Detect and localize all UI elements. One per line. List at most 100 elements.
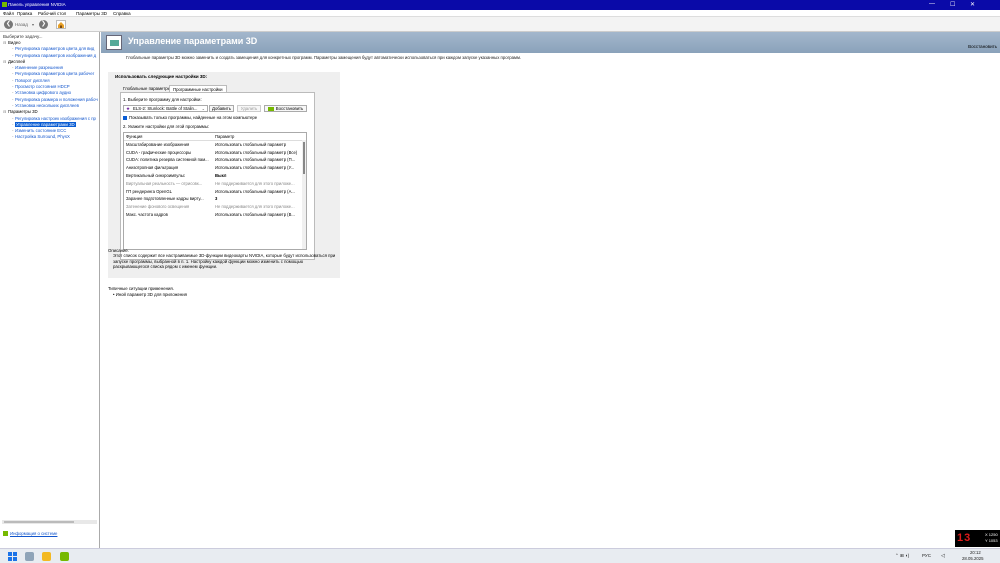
grid-header-value: Параметр: [215, 134, 235, 139]
tree-label: Управление параметрами 3D: [15, 121, 76, 127]
tree-label: Регулировка настроек изображения с пр: [15, 115, 96, 121]
grid-row[interactable]: Затенение фонового освещения Не поддержив…: [124, 203, 306, 211]
grid-row-value[interactable]: Использовать глобальный параметр (Все): [215, 149, 303, 157]
program-settings-body: 1. Выберите программу для настройки: ★ E…: [120, 92, 315, 260]
grid-row-feature: Заранее подготовленные кадры вирту...: [126, 196, 204, 202]
restore-defaults-link[interactable]: Восстановить: [968, 44, 997, 49]
step1-label: 1. Выберите программу для настройки:: [123, 97, 202, 102]
system-info-label: Информация о системе: [10, 531, 58, 536]
grid-row-value[interactable]: Использовать глобальный параметр (А...: [215, 188, 303, 196]
nvidia-taskbar-icon[interactable]: [60, 552, 69, 561]
tray-icons[interactable]: ⌃ ⊞ ◖): [895, 553, 909, 559]
grid-row-feature: Масштабирование изображения: [126, 141, 190, 147]
tree-label: Установка цифрового аудио: [15, 90, 72, 96]
restore-program-label: Восстановить: [275, 106, 304, 111]
show-found-programs-checkbox[interactable]: [123, 116, 127, 120]
grid-row[interactable]: Макс. частота кадров Использовать глобаль…: [124, 211, 306, 219]
back-arrow-icon[interactable]: ❮: [4, 20, 13, 29]
tree-label: Изменение разрешения: [15, 65, 63, 71]
grid-row-value[interactable]: Не поддерживается для этого приложе...: [215, 203, 303, 211]
tree-label: Регулировка размера и положения рабоч: [15, 96, 98, 102]
file-explorer-icon[interactable]: [42, 552, 51, 561]
language-indicator[interactable]: РУС: [922, 553, 931, 558]
grid-row-feature: Анизотропная фильтрация: [126, 165, 179, 171]
page-title: Управление параметрами 3D: [128, 36, 258, 46]
grid-row[interactable]: Вертикальный синхроимпульс Выкл: [124, 172, 306, 180]
grid-row[interactable]: Масштабирование изображения Использовать …: [124, 141, 306, 149]
chevron-down-icon: ⌄: [201, 106, 205, 111]
tree-label: Видео: [8, 40, 21, 45]
scrollbar-thumb[interactable]: [303, 142, 305, 174]
forward-arrow-icon[interactable]: ❯: [39, 20, 48, 29]
tree-label: Настройка Surround, PhysX: [15, 134, 70, 140]
step2-label: 2. Укажите настройки для этой программы:: [123, 124, 210, 129]
grid-row[interactable]: Заранее подготовленные кадры вирту... 3: [124, 195, 306, 203]
tab-global-settings[interactable]: Глобальные параметры: [120, 85, 174, 92]
tree-label: Параметры 3D: [8, 109, 38, 115]
grid-row[interactable]: Анизотропная фильтрация Использовать глоб…: [124, 164, 306, 172]
grid-row-feature: Виртуальная реальность — отрисовк...: [126, 180, 203, 186]
3d-settings-icon: [106, 35, 122, 50]
use-settings-heading: Использовать следующие настройки 3D:: [115, 74, 208, 79]
grid-row-value[interactable]: Не поддерживается для этого приложе...: [215, 180, 303, 188]
program-star-icon: ★: [126, 106, 131, 111]
volume-icon[interactable]: ◁: [941, 553, 945, 559]
description-section: Описание. Этот список содержит все настр…: [108, 248, 348, 269]
back-label[interactable]: Назад: [15, 22, 28, 27]
menu-edit[interactable]: Правка: [17, 11, 32, 16]
grid-row-value[interactable]: Использовать глобальный параметр (П...: [215, 156, 303, 164]
system-info-icon: [3, 531, 8, 537]
maximize-button[interactable]: ☐: [950, 1, 955, 8]
scrollbar-thumb[interactable]: [4, 521, 74, 523]
add-program-button[interactable]: Добавить: [209, 105, 234, 112]
tree-label: Просмотр состояния HDCP: [15, 84, 70, 90]
home-icon[interactable]: [56, 20, 66, 29]
checkbox-label: Показывать только программы, найденные н…: [129, 115, 258, 120]
grid-row-value[interactable]: Использовать глобальный параметр (У...: [215, 164, 303, 172]
clock-time[interactable]: 20:12: [970, 550, 981, 555]
tree-label: Дисплей: [8, 58, 26, 64]
sidebar-horizontal-scrollbar[interactable]: [2, 520, 97, 524]
nvidia-logo-icon: [2, 2, 7, 7]
system-info-link[interactable]: Информация о системе: [3, 531, 57, 539]
clock-date[interactable]: 28.05.2025: [962, 556, 984, 561]
menu-desktop[interactable]: Рабочий стол: [38, 11, 66, 16]
grid-row-value[interactable]: Использовать глобальный параметр (В...: [215, 211, 303, 219]
task-header: Выберите задачу...: [3, 33, 43, 39]
grid-row-value[interactable]: 3: [215, 195, 303, 203]
back-dropdown-icon[interactable]: ▾: [32, 22, 34, 27]
menu-help[interactable]: Справка: [113, 11, 131, 16]
tree-label: Регулировка параметров изображения д: [15, 52, 97, 58]
description-line: раскрывающегося списка рядом с именем фу…: [113, 263, 218, 269]
grid-vertical-scrollbar[interactable]: [302, 140, 306, 249]
tree-label: Регулировка параметров цвета рабочег: [15, 71, 95, 77]
close-button[interactable]: ✕: [970, 1, 975, 8]
tab-program-settings[interactable]: Программные настройки: [169, 85, 227, 92]
grid-row-value[interactable]: Выкл: [215, 172, 303, 180]
title-bar: Панель управления NVIDIA — ☐ ✕: [0, 0, 1000, 10]
grid-row-feature: Затенение фонового освещения: [126, 204, 190, 210]
grid-row-value[interactable]: Использовать глобальный параметр: [215, 141, 303, 149]
grid-header-row: Функция Параметр: [124, 133, 306, 141]
grid-row[interactable]: Виртуальная реальность — отрисовк... Не п…: [124, 180, 306, 188]
grid-row[interactable]: CUDA: политика резерва системной пам... И…: [124, 156, 306, 164]
tree-item-surround-physx[interactable]: Настройка Surround, PhysX: [0, 134, 99, 140]
grid-row-feature: Макс. частота кадров: [126, 211, 168, 217]
overlay-x-readout: X 1250: [985, 532, 998, 537]
windows-start-icon[interactable]: [8, 552, 17, 561]
toolbar: ❮ Назад ▾ ❯: [0, 17, 1000, 32]
menu-file[interactable]: Файл: [3, 11, 14, 16]
grid-row[interactable]: ГП рендеринга OpenGL Использовать глобаль…: [124, 188, 306, 196]
task-view-icon[interactable]: [25, 552, 34, 561]
program-select-value: ELS-2: Stunlock: Battle of Stalin...: [133, 106, 198, 111]
menu-3d-settings[interactable]: Параметры 3D: [76, 11, 107, 16]
grid-row-feature: ГП рендеринга OpenGL: [126, 188, 172, 194]
program-select[interactable]: ★ ELS-2: Stunlock: Battle of Stalin... ⌄: [123, 105, 208, 112]
remove-program-button[interactable]: Удалить: [237, 105, 261, 112]
tree-label: Изменить состояние ECC: [15, 128, 67, 134]
grid-row[interactable]: CUDA - графические процессоры Использоват…: [124, 149, 306, 157]
description-line: Этот список содержит все настраиваемые 3…: [113, 253, 336, 259]
restore-program-button[interactable]: Восстановить: [264, 105, 307, 112]
minimize-button[interactable]: —: [929, 1, 935, 7]
intro-text: Глобальные параметры 3D можно заменить и…: [126, 55, 522, 60]
